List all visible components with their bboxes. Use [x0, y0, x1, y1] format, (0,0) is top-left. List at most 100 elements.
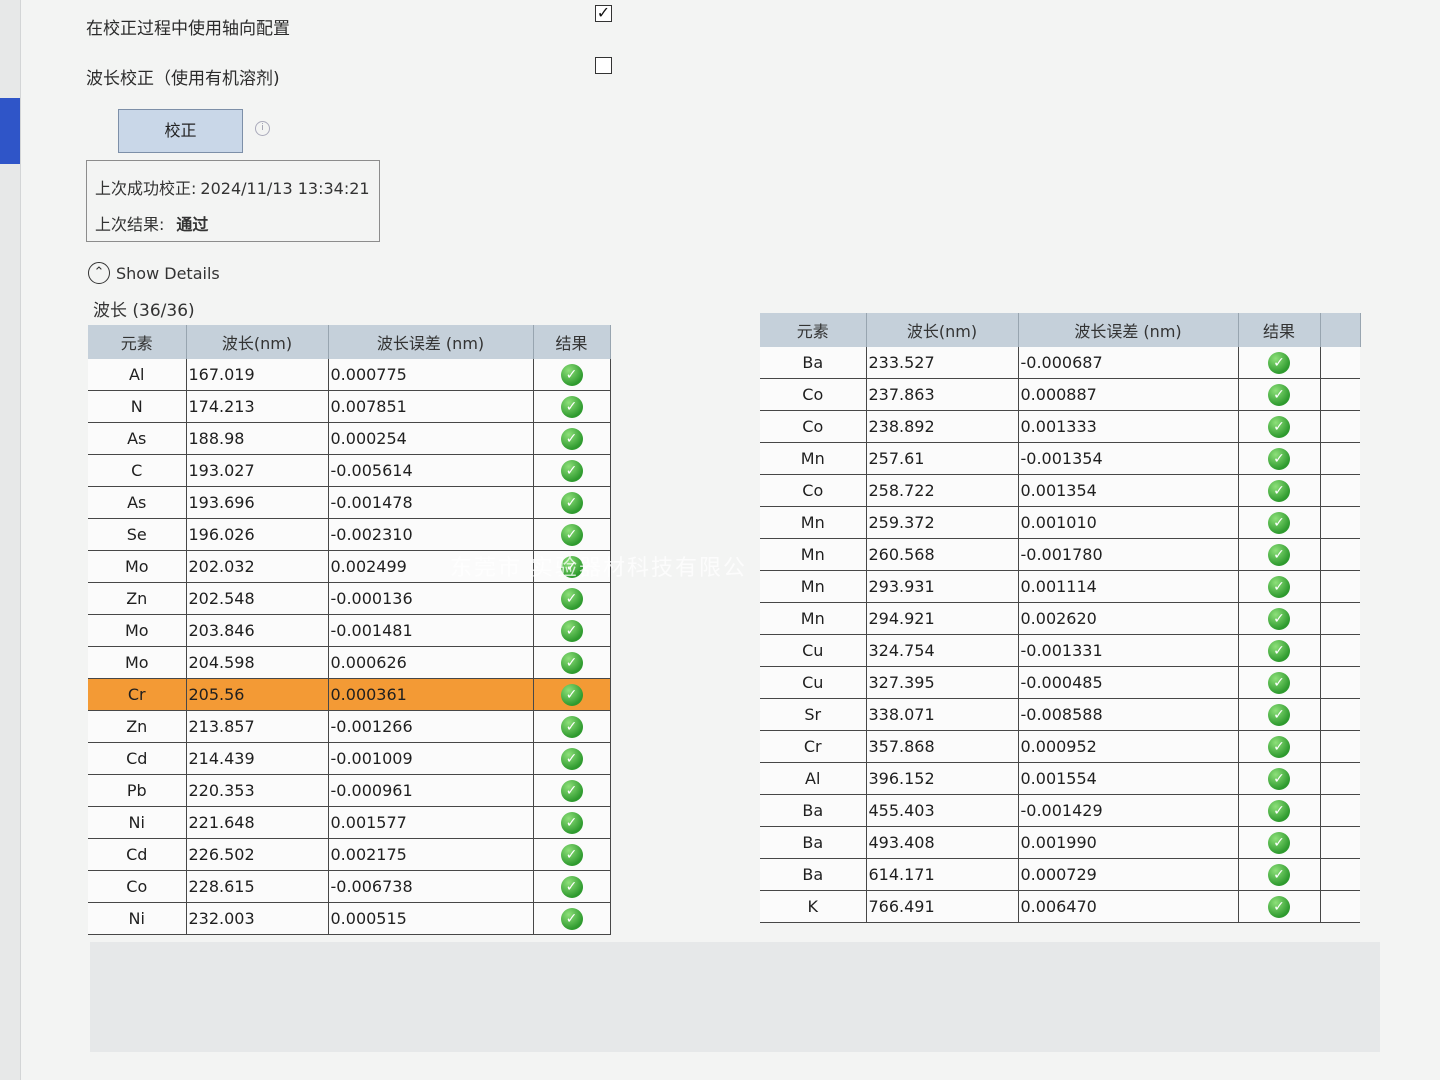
cell-element: Se: [88, 518, 187, 551]
col-element-header[interactable]: 元素: [760, 313, 867, 347]
table-row[interactable]: Ni 221.648 0.001577 ✓: [88, 806, 611, 839]
cell-filler: [1320, 634, 1360, 667]
col-wavelength-header[interactable]: 波长(nm): [186, 325, 329, 359]
cell-wavelength: 493.408: [866, 826, 1019, 859]
cell-element: C: [88, 454, 187, 487]
cell-element: Mn: [760, 506, 867, 539]
cell-filler: [1320, 826, 1360, 859]
table-row[interactable]: Co 238.892 0.001333 ✓: [760, 410, 1360, 443]
cell-result: ✓: [1238, 634, 1321, 667]
cell-result: ✓: [533, 614, 611, 647]
table-row[interactable]: Cd 226.502 0.002175 ✓: [88, 838, 611, 871]
check-circle-icon: ✓: [560, 843, 583, 866]
cell-wavelength: 226.502: [186, 838, 329, 871]
col-error-header[interactable]: 波长误差 (nm): [328, 325, 534, 359]
cell-wavelength: 327.395: [866, 666, 1019, 699]
cell-result: ✓: [1238, 890, 1321, 923]
table-row[interactable]: As 188.98 0.000254 ✓: [88, 422, 611, 455]
cell-error: 0.000952: [1018, 730, 1239, 763]
cell-error: 0.000729: [1018, 858, 1239, 891]
cell-wavelength: 214.439: [186, 742, 329, 775]
table-row[interactable]: Zn 202.548 -0.000136 ✓: [88, 582, 611, 615]
table-row[interactable]: Se 196.026 -0.002310 ✓: [88, 518, 611, 551]
table-row[interactable]: Ba 493.408 0.001990 ✓: [760, 826, 1360, 859]
check-circle-icon: ✓: [560, 811, 583, 834]
check-circle-icon: ✓: [560, 491, 583, 514]
table-row[interactable]: N 174.213 0.007851 ✓: [88, 390, 611, 423]
table-row[interactable]: C 193.027 -0.005614 ✓: [88, 454, 611, 487]
cell-filler: [1320, 410, 1360, 443]
table-row[interactable]: Cu 324.754 -0.001331 ✓: [760, 634, 1360, 667]
show-details-toggle[interactable]: ⌃ Show Details: [88, 262, 220, 284]
cell-error: 0.001354: [1018, 474, 1239, 507]
table-row[interactable]: As 193.696 -0.001478 ✓: [88, 486, 611, 519]
table-row[interactable]: Mo 204.598 0.000626 ✓: [88, 646, 611, 679]
table-row[interactable]: Pb 220.353 -0.000961 ✓: [88, 774, 611, 807]
table-row[interactable]: Mo 203.846 -0.001481 ✓: [88, 614, 611, 647]
chevron-up-icon: ⌃: [88, 262, 110, 284]
calibrate-button[interactable]: 校正: [118, 109, 243, 153]
info-icon[interactable]: i: [255, 121, 270, 136]
cell-wavelength: 204.598: [186, 646, 329, 679]
cell-wavelength: 205.56: [186, 678, 329, 711]
table-row[interactable]: Cr 205.56 0.000361 ✓: [88, 678, 611, 711]
cell-element: Mn: [760, 442, 867, 475]
check-circle-icon: ✓: [1268, 415, 1290, 438]
cell-result: ✓: [1238, 410, 1321, 443]
cell-element: Ba: [760, 826, 867, 859]
cell-error: 0.001990: [1018, 826, 1239, 859]
check-circle-icon: ✓: [1268, 639, 1290, 662]
table-row[interactable]: Mn 257.61 -0.001354 ✓: [760, 442, 1360, 475]
cell-element: N: [88, 390, 187, 423]
table-row[interactable]: Al 167.019 0.000775 ✓: [88, 359, 611, 391]
table-row[interactable]: Mn 260.568 -0.001780 ✓: [760, 538, 1360, 571]
table-row[interactable]: K 766.491 0.006470 ✓: [760, 890, 1360, 923]
table-row[interactable]: Zn 213.857 -0.001266 ✓: [88, 710, 611, 743]
cell-result: ✓: [1238, 347, 1321, 379]
table-row[interactable]: Ni 232.003 0.000515 ✓: [88, 902, 611, 935]
col-wavelength-header[interactable]: 波长(nm): [866, 313, 1019, 347]
cell-result: ✓: [1238, 826, 1321, 859]
col-result-header[interactable]: 结果: [1238, 313, 1321, 347]
axial-config-checkbox[interactable]: ✓: [595, 5, 612, 22]
table-header: 元素 波长(nm) 波长误差 (nm) 结果: [760, 313, 1361, 347]
cell-element: Al: [760, 762, 867, 795]
wavelength-calibration-checkbox[interactable]: [595, 57, 612, 74]
cell-error: 0.001333: [1018, 410, 1239, 443]
last-success-label: 上次成功校正:: [95, 179, 197, 198]
check-circle-icon: ✓: [1268, 703, 1290, 726]
cell-result: ✓: [1238, 698, 1321, 731]
cell-filler: [1320, 378, 1360, 411]
table-row[interactable]: Co 258.722 0.001354 ✓: [760, 474, 1360, 507]
check-circle-icon: ✓: [560, 587, 583, 610]
cell-element: Pb: [88, 774, 187, 807]
cell-element: Ni: [88, 806, 187, 839]
table-row[interactable]: Ba 455.403 -0.001429 ✓: [760, 794, 1360, 827]
cell-element: Cd: [88, 838, 187, 871]
cell-element: Mn: [760, 602, 867, 635]
table-row[interactable]: Mn 259.372 0.001010 ✓: [760, 506, 1360, 539]
col-filler-header: [1320, 313, 1361, 347]
table-row[interactable]: Mn 293.931 0.001114 ✓: [760, 570, 1360, 603]
last-calibration-box: 上次成功校正: 2024/11/13 13:34:21 上次结果: 通过: [86, 160, 380, 242]
cell-wavelength: 237.863: [866, 378, 1019, 411]
cell-wavelength: 193.027: [186, 454, 329, 487]
table-row[interactable]: Co 228.615 -0.006738 ✓: [88, 870, 611, 903]
cell-element: As: [88, 422, 187, 455]
table-row[interactable]: Co 237.863 0.000887 ✓: [760, 378, 1360, 411]
table-row[interactable]: Cu 327.395 -0.000485 ✓: [760, 666, 1360, 699]
table-row[interactable]: Cd 214.439 -0.001009 ✓: [88, 742, 611, 775]
check-circle-icon: ✓: [560, 395, 583, 418]
col-element-header[interactable]: 元素: [88, 325, 187, 359]
col-result-header[interactable]: 结果: [533, 325, 611, 359]
cell-wavelength: 174.213: [186, 390, 329, 423]
table-row[interactable]: Mn 294.921 0.002620 ✓: [760, 602, 1360, 635]
table-row[interactable]: Cr 357.868 0.000952 ✓: [760, 730, 1360, 763]
table-row[interactable]: Sr 338.071 -0.008588 ✓: [760, 698, 1360, 731]
cell-result: ✓: [1238, 570, 1321, 603]
table-row[interactable]: Ba 614.171 0.000729 ✓: [760, 858, 1360, 891]
col-error-header[interactable]: 波长误差 (nm): [1018, 313, 1239, 347]
table-row[interactable]: Al 396.152 0.001554 ✓: [760, 762, 1360, 795]
table-row[interactable]: Ba 233.527 -0.000687 ✓: [760, 347, 1360, 379]
cell-error: 0.001010: [1018, 506, 1239, 539]
